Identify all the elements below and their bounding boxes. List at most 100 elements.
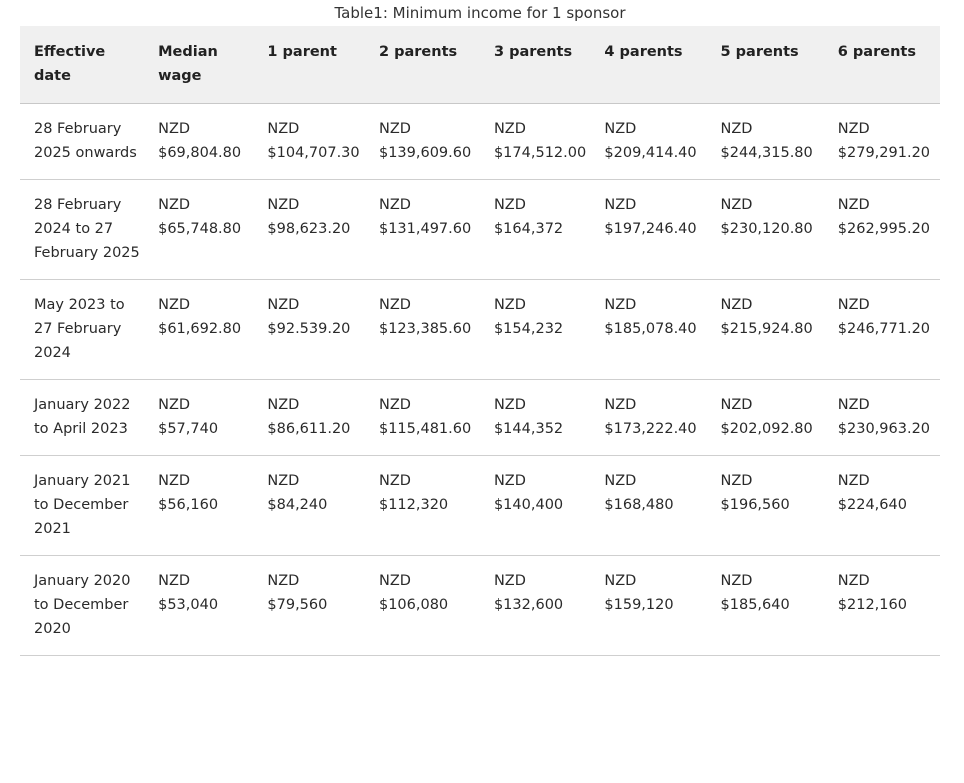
currency-label: NZD [267, 297, 300, 313]
currency-label: NZD [378, 397, 411, 413]
amount-value: $174,512.00 [493, 145, 587, 161]
cell-3-parents: NZD $132,600 [479, 555, 591, 656]
currency-label: NZD [604, 573, 637, 589]
amount-value: $154,232 [493, 321, 564, 337]
cell-2-parents: NZD $131,497.60 [364, 179, 480, 280]
cell-3-parents: NZD $154,232 [479, 279, 591, 380]
cell-1-parent: NZD $98,623.20 [253, 179, 365, 280]
currency-label: NZD [837, 397, 870, 413]
currency-label: NZD [158, 197, 191, 213]
cell-2-parents: NZD $115,481.60 [364, 379, 480, 456]
currency-label: NZD [158, 473, 191, 489]
currency-label: NZD [493, 197, 526, 213]
amount-value: $230,120.80 [720, 221, 813, 237]
amount-value: $104,707.30 [267, 145, 360, 161]
header-2-parents: 2 parents [364, 26, 480, 104]
cell-2-parents: NZD $139,609.60 [364, 103, 480, 180]
cell-6-parents: NZD $279,291.20 [823, 103, 940, 180]
minimum-income-table: Effective date Median wage 1 parent 2 pa… [20, 26, 940, 656]
cell-4-parents: NZD $168,480 [590, 455, 707, 556]
currency-label: NZD [604, 121, 637, 137]
table-header: Effective date Median wage 1 parent 2 pa… [20, 26, 940, 104]
cell-median-wage: NZD $53,040 [144, 555, 254, 656]
header-6-parents: 6 parents [823, 26, 940, 104]
table-row: May 2023 to 27 February 2024 NZD $61,692.8… [20, 279, 940, 380]
cell-3-parents: NZD $164,372 [479, 179, 591, 280]
amount-value: $140,400 [493, 497, 564, 513]
currency-label: NZD [720, 197, 753, 213]
amount-value: $57,740 [158, 421, 219, 437]
cell-2-parents: NZD $123,385.60 [364, 279, 480, 380]
amount-value: $106,080 [378, 597, 449, 613]
cell-effective-date: January 2021 to December 2021 [20, 455, 145, 556]
cell-1-parent: NZD $104,707.30 [253, 103, 365, 180]
amount-value: $159,120 [604, 597, 674, 613]
amount-value: $168,480 [604, 497, 674, 513]
currency-label: NZD [158, 397, 191, 413]
currency-label: NZD [604, 473, 637, 489]
cell-effective-date: 28 February 2024 to 27 February 2025 [20, 179, 145, 280]
cell-effective-date: May 2023 to 27 February 2024 [20, 279, 145, 380]
table-row: January 2021 to December 2021 NZD $56,160 N… [20, 455, 940, 556]
table-row: 28 February 2025 onwards NZD $69,804.80 NZD… [20, 103, 940, 180]
amount-value: $197,246.40 [604, 221, 697, 237]
cell-median-wage: NZD $56,160 [144, 455, 254, 556]
cell-effective-date: January 2022 to April 2023 [20, 379, 145, 456]
cell-5-parents: NZD $244,315.80 [706, 103, 824, 180]
table-caption: Table1: Minimum income for 1 sponsor [334, 4, 626, 22]
amount-value: $65,748.80 [158, 221, 242, 237]
currency-label: NZD [604, 197, 637, 213]
cell-4-parents: NZD $209,414.40 [590, 103, 707, 180]
cell-6-parents: NZD $224,640 [823, 455, 940, 556]
header-row: Effective date Median wage 1 parent 2 pa… [20, 26, 940, 104]
currency-label: NZD [378, 573, 411, 589]
header-effective-date: Effective date [20, 26, 145, 104]
amount-value: $164,372 [493, 221, 564, 237]
currency-label: NZD [158, 121, 191, 137]
cell-5-parents: NZD $196,560 [706, 455, 824, 556]
cell-6-parents: NZD $262,995.20 [823, 179, 940, 280]
currency-label: NZD [493, 573, 526, 589]
currency-label: NZD [493, 121, 526, 137]
header-1-parent: 1 parent [253, 26, 365, 104]
currency-label: NZD [720, 397, 753, 413]
amount-value: $61,692.80 [158, 321, 242, 337]
amount-value: $279,291.20 [837, 145, 931, 161]
cell-4-parents: NZD $197,246.40 [590, 179, 707, 280]
cell-median-wage: NZD $69,804.80 [144, 103, 254, 180]
cell-5-parents: NZD $230,120.80 [706, 179, 824, 280]
currency-label: NZD [493, 473, 526, 489]
amount-value: $131,497.60 [378, 221, 472, 237]
cell-4-parents: NZD $159,120 [590, 555, 707, 656]
cell-4-parents: NZD $185,078.40 [590, 279, 707, 380]
amount-value: $173,222.40 [604, 421, 697, 437]
cell-2-parents: NZD $112,320 [364, 455, 480, 556]
amount-value: $246,771.20 [837, 321, 931, 337]
currency-label: NZD [604, 297, 637, 313]
cell-3-parents: NZD $144,352 [479, 379, 591, 456]
cell-1-parent: NZD $79,560 [253, 555, 365, 656]
cell-6-parents: NZD $230,963.20 [823, 379, 940, 456]
amount-value: $215,924.80 [720, 321, 813, 337]
cell-effective-date: 28 February 2025 onwards [20, 103, 145, 180]
cell-2-parents: NZD $106,080 [364, 555, 480, 656]
amount-value: $84,240 [267, 497, 328, 513]
amount-value: $139,609.60 [378, 145, 472, 161]
currency-label: NZD [378, 473, 411, 489]
header-4-parents: 4 parents [590, 26, 707, 104]
amount-value: $209,414.40 [604, 145, 697, 161]
cell-median-wage: NZD $61,692.80 [144, 279, 254, 380]
currency-label: NZD [378, 197, 411, 213]
currency-label: NZD [158, 573, 191, 589]
currency-label: NZD [720, 297, 753, 313]
table-row: January 2020 to December 2020 NZD $53,040 N… [20, 555, 940, 656]
amount-value: $98,623.20 [267, 221, 351, 237]
cell-6-parents: NZD $212,160 [823, 555, 940, 656]
amount-value: $79,560 [267, 597, 328, 613]
amount-value: $92.539.20 [267, 321, 351, 337]
table-row: January 2022 to April 2023 NZD $57,740 NZD $… [20, 379, 940, 456]
amount-value: $115,481.60 [378, 421, 472, 437]
header-median-wage: Median wage [144, 26, 254, 104]
header-5-parents: 5 parents [706, 26, 824, 104]
amount-value: $202,092.80 [720, 421, 813, 437]
